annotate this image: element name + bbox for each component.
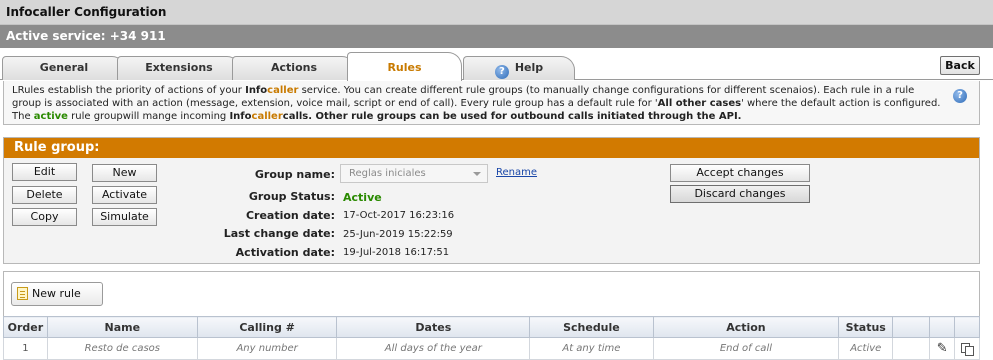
new-group-button[interactable]: New — [92, 164, 157, 182]
creation-date-label: Creation date: — [245, 209, 335, 222]
back-button[interactable]: Back — [940, 56, 980, 75]
info-bold: calls. Other rule groups can be used for… — [282, 111, 742, 122]
tab-actions[interactable]: Actions — [232, 56, 356, 80]
column-header[interactable]: Action — [652, 316, 840, 338]
brand-info: Info — [229, 111, 252, 122]
brand-caller: caller — [267, 85, 299, 96]
column-header — [954, 316, 980, 338]
rule-calling: Any number — [196, 337, 338, 360]
activate-button[interactable]: Activate — [92, 186, 157, 204]
info-text: LRules establish the priority of actions… — [12, 85, 246, 96]
activation-date-label: Activation date: — [235, 246, 335, 259]
rule-schedule: At any time — [529, 337, 654, 360]
help-icon[interactable]: ? — [953, 89, 967, 103]
rules-info-text: LRules establish the priority of actions… — [3, 81, 980, 125]
tab-rules[interactable]: Rules — [347, 52, 462, 81]
info-text: rule groupwill mange incoming — [67, 111, 230, 122]
group-status-label: Group Status: — [248, 190, 335, 203]
column-header[interactable]: Calling # — [196, 316, 338, 338]
column-header[interactable]: Schedule — [529, 316, 654, 338]
new-rule-label: New rule — [32, 287, 81, 300]
accept-changes-button[interactable]: Accept changes — [670, 164, 810, 182]
tab-help-label: Help — [514, 61, 544, 74]
column-header[interactable]: Name — [46, 316, 198, 338]
edit-button[interactable]: Edit — [12, 163, 77, 181]
column-header — [892, 316, 930, 338]
rename-link[interactable]: Rename — [496, 167, 537, 178]
rule-order: 1 — [3, 337, 48, 360]
group-name-select[interactable]: Reglas iniciales — [340, 164, 488, 183]
brand-info: Info — [245, 85, 268, 96]
new-document-icon — [17, 287, 28, 300]
delete-button[interactable]: Delete — [12, 186, 77, 204]
active-service-bar: Active service: +34 911 — [0, 25, 993, 48]
info-active-word: active — [33, 111, 68, 122]
rule-dates: All days of the year — [336, 337, 531, 360]
edit-rule-cell[interactable]: ✎ — [928, 337, 956, 360]
group-name-label: Group name: — [254, 168, 335, 181]
pencil-icon[interactable]: ✎ — [937, 342, 948, 355]
creation-date-value: 17-Oct-2017 16:23:16 — [343, 210, 455, 221]
rule-action: End of call — [652, 337, 840, 360]
new-rule-button[interactable]: New rule — [11, 282, 103, 306]
simulate-button[interactable]: Simulate — [92, 208, 157, 226]
copy-icon[interactable] — [961, 342, 975, 356]
discard-changes-button[interactable]: Discard changes — [670, 185, 810, 203]
chevron-down-icon — [473, 172, 481, 176]
window-title: Infocaller Configuration — [0, 0, 993, 25]
rules-table: Order Name Calling # Dates Schedule Acti… — [3, 316, 980, 360]
rule-status: Active — [838, 337, 894, 360]
table-row[interactable]: 1 Resto de casos Any number All days of … — [3, 337, 980, 360]
rule-group-header: Rule group: — [4, 138, 979, 158]
tab-extensions[interactable]: Extensions — [117, 56, 241, 80]
group-status-value: Active — [343, 191, 382, 204]
last-change-date-value: 25-Jun-2019 15:22:59 — [343, 229, 453, 240]
copy-rule-cell[interactable] — [954, 337, 980, 360]
activation-date-value: 19-Jul-2018 16:17:51 — [343, 247, 450, 258]
last-change-date-label: Last change date: — [223, 227, 335, 240]
help-icon: ? — [494, 65, 509, 79]
rule-name: Resto de casos — [46, 337, 198, 360]
column-header[interactable]: Dates — [336, 316, 531, 338]
tab-general[interactable]: General — [2, 56, 126, 80]
table-header-row: Order Name Calling # Dates Schedule Acti… — [3, 316, 980, 338]
copy-button[interactable]: Copy — [12, 208, 77, 226]
empty-cell — [892, 337, 930, 360]
tab-help[interactable]: ? Help — [463, 56, 575, 80]
column-header — [928, 316, 956, 338]
brand-caller: caller — [251, 111, 283, 122]
column-header[interactable]: Status — [838, 316, 894, 338]
column-header[interactable]: Order — [3, 316, 48, 338]
group-name-value: Reglas iniciales — [349, 168, 426, 179]
info-bold: All other cases — [657, 98, 742, 109]
